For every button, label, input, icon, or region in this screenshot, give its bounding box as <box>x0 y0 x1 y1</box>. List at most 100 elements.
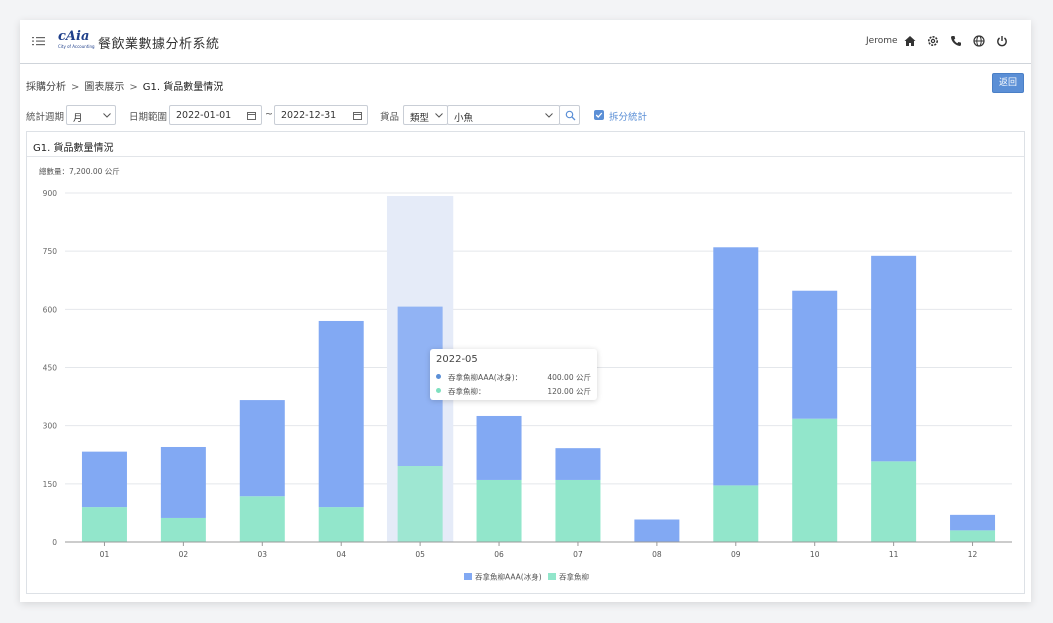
y-tick-label: 0 <box>52 538 57 547</box>
gear-icon[interactable] <box>926 34 940 48</box>
tooltip-series-value: 120.00 公斤 <box>547 387 591 396</box>
breadcrumb-item-current: G1. 貨品數量情況 <box>142 82 224 93</box>
power-icon[interactable] <box>995 34 1009 48</box>
bar-segment <box>476 415 522 480</box>
menu-icon[interactable] <box>32 34 46 48</box>
bar-segment <box>239 400 285 497</box>
bar-segment <box>950 514 996 531</box>
calendar-icon <box>353 112 362 120</box>
search-icon <box>565 110 576 121</box>
back-button[interactable]: 返回 <box>992 73 1024 93</box>
chevron-down-icon <box>435 113 443 118</box>
chart-tooltip: 2022-05 吞拿魚柳AAA(冰身)： 400.00 公斤 吞拿魚柳： 120… <box>430 349 597 400</box>
chevron-down-icon <box>545 113 553 118</box>
tooltip-series-name: 吞拿魚柳AAA(冰身)： <box>448 373 523 382</box>
bar-segment <box>950 530 996 542</box>
bar-segment <box>81 507 127 542</box>
date-range-separator: ~ <box>265 109 273 120</box>
bar-segment <box>555 479 601 542</box>
date-to-value: 2022-12-31 <box>281 110 337 121</box>
breadcrumb-separator: > <box>129 82 138 93</box>
bar-segment <box>476 479 522 542</box>
tooltip-dot <box>436 388 441 393</box>
user-name[interactable]: Jerome <box>866 36 898 46</box>
globe-icon[interactable] <box>972 34 986 48</box>
period-select[interactable]: 月 <box>66 105 116 125</box>
breadcrumb-item-procurement[interactable]: 採購分析 <box>26 82 66 93</box>
goods-select[interactable]: 小魚 <box>447 105 560 125</box>
split-stat-label[interactable]: 拆分統計 <box>609 109 647 123</box>
period-value: 月 <box>73 113 83 124</box>
breadcrumb-separator: > <box>71 82 80 93</box>
period-label: 統計週期 <box>26 112 65 123</box>
tooltip-row: 吞拿魚柳： 120.00 公斤 <box>436 386 591 396</box>
goods-value: 小魚 <box>454 113 474 124</box>
date-range-label: 日期範圍 <box>129 112 168 123</box>
chart-panel: G1. 貨品數量情況 總數量：7,200.00 公斤 0 150 300 450 600… <box>26 131 1025 594</box>
check-icon <box>595 112 603 118</box>
app-window: cAia City of Accounting 餐飲業數據分析系統 Jerome… <box>20 20 1031 602</box>
bar-segment <box>634 519 680 542</box>
bar-segment <box>239 496 285 542</box>
goods-type-value: 類型 <box>410 113 430 124</box>
bar-segment <box>792 290 838 419</box>
x-tick-label: 06 <box>494 550 504 559</box>
bar-segment <box>871 255 917 462</box>
date-to-input[interactable]: 2022-12-31 <box>274 105 368 125</box>
x-tick-label: 08 <box>652 550 662 559</box>
bar-segment <box>713 485 759 542</box>
split-stat-checkbox[interactable] <box>594 110 604 120</box>
app-title: 餐飲業數據分析系統 <box>98 37 220 52</box>
y-tick-label: 750 <box>43 247 58 256</box>
calendar-icon <box>247 112 256 120</box>
search-button[interactable] <box>559 105 580 125</box>
phone-icon[interactable] <box>949 34 963 48</box>
bar-segment <box>318 320 364 508</box>
breadcrumb-item-charts[interactable]: 圖表展示 <box>84 82 124 93</box>
bar-segment <box>160 446 206 518</box>
tooltip-row: 吞拿魚柳AAA(冰身)： 400.00 公斤 <box>436 372 591 382</box>
y-tick-label: 450 <box>43 364 58 373</box>
x-tick-label: 07 <box>573 550 583 559</box>
x-tick-label: 05 <box>415 550 425 559</box>
x-tick-label: 02 <box>179 550 189 559</box>
x-tick-label: 01 <box>100 550 110 559</box>
tooltip-series-name: 吞拿魚柳： <box>448 387 486 396</box>
x-tick-label: 04 <box>336 550 346 559</box>
tooltip-dot <box>436 374 441 379</box>
x-tick-label: 03 <box>258 550 268 559</box>
bar-segment <box>81 451 127 508</box>
bar-segment <box>871 461 917 542</box>
legend-label: 吞拿魚柳 <box>559 572 589 582</box>
bar-segment <box>555 448 601 480</box>
legend-swatch <box>548 573 556 580</box>
legend-label: 吞拿魚柳AAA(冰身) <box>475 572 542 582</box>
tooltip-title: 2022-05 <box>436 354 478 365</box>
x-tick-label: 10 <box>810 550 820 559</box>
logo: cAia City of Accounting <box>58 29 95 55</box>
top-bar: cAia City of Accounting 餐飲業數據分析系統 Jerome <box>20 20 1031 64</box>
filter-bar: 統計週期 月 日期範圍 2022-01-01 ~ 2022-12-31 貨品 類… <box>26 105 1026 125</box>
y-tick-label: 150 <box>43 480 58 489</box>
y-tick-label: 300 <box>43 422 58 431</box>
legend-swatch <box>464 573 472 580</box>
date-from-input[interactable]: 2022-01-01 <box>169 105 262 125</box>
x-tick-label: 11 <box>889 550 899 559</box>
x-tick-label: 09 <box>731 550 741 559</box>
home-icon[interactable] <box>903 34 917 48</box>
bar-segment <box>160 517 206 542</box>
bar-segment <box>397 465 443 542</box>
logo-text: cAia <box>58 29 90 44</box>
date-from-value: 2022-01-01 <box>176 110 232 121</box>
tooltip-series-value: 400.00 公斤 <box>547 373 591 382</box>
goods-label: 貨品 <box>380 112 400 123</box>
y-tick-label: 600 <box>43 305 58 314</box>
bar-segment <box>318 507 364 542</box>
x-tick-label: 12 <box>968 550 978 559</box>
logo-subtext: City of Accounting <box>58 44 95 49</box>
goods-type-select[interactable]: 類型 <box>403 105 448 125</box>
chevron-down-icon <box>103 113 111 118</box>
y-tick-label: 900 <box>43 189 58 198</box>
bar-segment <box>792 418 838 542</box>
breadcrumb: 採購分析 > 圖表展示 > G1. 貨品數量情況 <box>26 78 223 93</box>
